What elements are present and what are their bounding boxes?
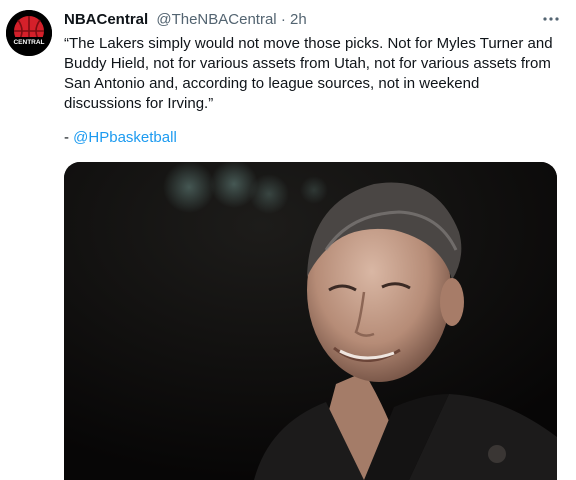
nba-central-logo: CENTRAL: [6, 10, 52, 56]
separator: ·: [280, 11, 286, 28]
mention-link[interactable]: @HPbasketball: [73, 129, 177, 146]
tweet[interactable]: CENTRAL NBACentral @TheNBACentral · 2h “…: [0, 0, 576, 480]
credit-prefix: -: [64, 129, 69, 146]
tweet-header: NBACentral @TheNBACentral · 2h: [64, 10, 536, 30]
more-options-button[interactable]: [540, 10, 562, 30]
ellipsis-icon: [543, 17, 559, 21]
user-handle[interactable]: @TheNBACentral: [156, 11, 276, 28]
tweet-credit: - @HPbasketball: [64, 128, 177, 148]
timestamp[interactable]: 2h: [290, 11, 307, 28]
avatar[interactable]: CENTRAL: [6, 10, 52, 56]
tweet-text: “The Lakers simply would not move those …: [64, 34, 560, 114]
logo-text: CENTRAL: [13, 39, 44, 46]
tweet-image[interactable]: [64, 162, 557, 480]
tweet-quote: “The Lakers simply would not move those …: [64, 35, 553, 112]
display-name[interactable]: NBACentral: [64, 11, 148, 28]
photo-man-smiling: [64, 162, 557, 480]
